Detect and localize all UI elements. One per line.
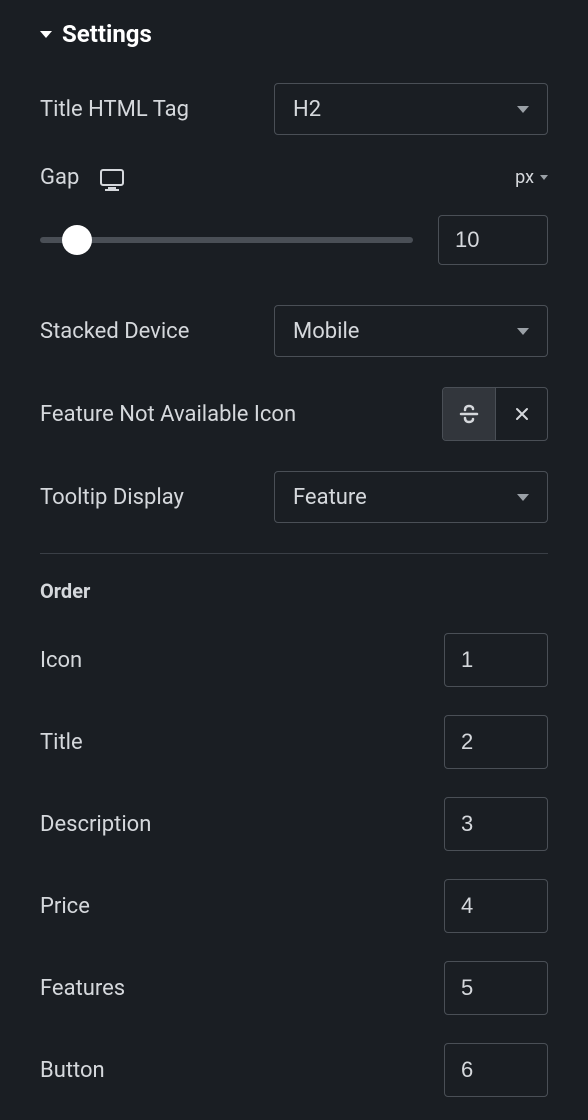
icon-preview-button[interactable]: [443, 388, 495, 440]
order-label: Title: [40, 730, 83, 755]
feature-not-available-row: Feature Not Available Icon: [40, 387, 548, 441]
order-subsection-title: Order: [40, 579, 548, 603]
section-title: Settings: [62, 20, 152, 48]
order-button-input[interactable]: [444, 1043, 548, 1097]
tooltip-display-select[interactable]: Feature: [274, 471, 548, 523]
tooltip-display-row: Tooltip Display Feature: [40, 471, 548, 523]
gap-slider-row: [40, 215, 548, 265]
icon-picker-group: [442, 387, 548, 441]
icon-clear-button[interactable]: [495, 388, 547, 440]
close-icon: [514, 406, 530, 422]
divider: [40, 553, 548, 554]
caret-down-icon: [40, 31, 52, 38]
chevron-down-icon: [540, 175, 548, 180]
title-html-tag-select[interactable]: H2: [274, 83, 548, 135]
chevron-down-icon: [517, 494, 529, 501]
order-row-button: Button: [40, 1043, 548, 1097]
order-row-price: Price: [40, 879, 548, 933]
desktop-device-icon[interactable]: [99, 169, 123, 187]
feature-not-available-label: Feature Not Available Icon: [40, 402, 296, 427]
gap-value-input[interactable]: [438, 215, 548, 265]
strikethrough-icon: [457, 402, 481, 426]
tooltip-display-label: Tooltip Display: [40, 485, 184, 510]
stacked-device-value: Mobile: [293, 319, 359, 344]
chevron-down-icon: [517, 328, 529, 335]
order-icon-input[interactable]: [444, 633, 548, 687]
gap-unit-value: px: [515, 167, 534, 188]
stacked-device-select[interactable]: Mobile: [274, 305, 548, 357]
gap-label: Gap: [40, 165, 79, 190]
settings-section-header[interactable]: Settings: [40, 20, 548, 48]
title-html-tag-label: Title HTML Tag: [40, 97, 189, 122]
title-html-tag-value: H2: [293, 97, 321, 122]
order-label: Features: [40, 976, 125, 1001]
order-row-description: Description: [40, 797, 548, 851]
order-features-input[interactable]: [444, 961, 548, 1015]
order-label: Description: [40, 812, 151, 837]
gap-row-header: Gap px: [40, 165, 548, 190]
tooltip-display-value: Feature: [293, 485, 367, 510]
stacked-device-row: Stacked Device Mobile: [40, 305, 548, 357]
gap-slider[interactable]: [40, 237, 413, 243]
order-row-features: Features: [40, 961, 548, 1015]
order-label: Button: [40, 1058, 105, 1083]
order-row-icon: Icon: [40, 633, 548, 687]
stacked-device-label: Stacked Device: [40, 319, 189, 344]
title-html-tag-row: Title HTML Tag H2: [40, 83, 548, 135]
order-title-input[interactable]: [444, 715, 548, 769]
order-label: Price: [40, 894, 90, 919]
order-price-input[interactable]: [444, 879, 548, 933]
order-description-input[interactable]: [444, 797, 548, 851]
order-label: Icon: [40, 648, 82, 673]
gap-slider-thumb[interactable]: [62, 225, 92, 255]
chevron-down-icon: [517, 106, 529, 113]
gap-unit-selector[interactable]: px: [515, 167, 548, 188]
order-row-title: Title: [40, 715, 548, 769]
